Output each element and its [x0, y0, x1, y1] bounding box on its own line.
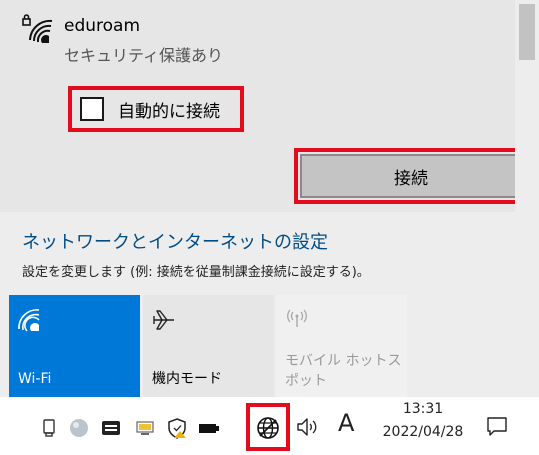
security-warning-icon[interactable] — [166, 417, 188, 439]
ime-mode-indicator[interactable]: A — [338, 409, 354, 437]
scrollbar-thumb[interactable] — [519, 4, 535, 60]
tile-hotspot-label-line1: モバイル ホットス — [285, 353, 402, 369]
network-security-status: セキュリティ保護あり — [64, 46, 224, 65]
network-settings-section: ネットワークとインターネットの設定 設定を変更します (例: 接続を従量制課金接… — [0, 212, 539, 292]
network-settings-description: 設定を変更します (例: 接続を従量制課金接続に設定する)。 — [22, 265, 370, 280]
display-icon[interactable] — [134, 417, 156, 439]
keyboard-icon[interactable] — [100, 417, 122, 439]
auto-connect-option[interactable]: 自動的に接続 — [68, 86, 244, 132]
scrollbar[interactable] — [515, 0, 539, 212]
quick-actions: Wi-Fi 機内モード モバイル ホットス ポット — [0, 295, 539, 397]
speaker-volume-icon[interactable] — [296, 416, 320, 438]
taskbar-tray: A 13:31 2022/04/28 — [0, 397, 539, 455]
network-settings-link[interactable]: ネットワークとインターネットの設定 — [22, 228, 328, 254]
battery-icon[interactable] — [198, 417, 220, 439]
tile-airplane-mode[interactable]: 機内モード — [143, 295, 274, 397]
hotspot-icon — [287, 309, 307, 327]
auto-connect-label: 自動的に接続 — [118, 101, 220, 122]
connect-button[interactable]: 接続 — [300, 154, 522, 198]
tile-hotspot-label-line2: ポット — [285, 373, 327, 389]
globe-app-icon[interactable] — [68, 417, 90, 439]
tile-wifi-label: Wi-Fi — [18, 371, 52, 387]
auto-connect-checkbox[interactable] — [80, 97, 104, 121]
network-globe-icon[interactable] — [255, 415, 281, 441]
network-name: eduroam — [64, 16, 141, 36]
secured-wifi-icon — [22, 14, 53, 43]
tile-wifi[interactable]: Wi-Fi — [9, 295, 140, 397]
network-flyout: eduroam セキュリティ保護あり 自動的に接続 接続 ネットワークとインター… — [0, 0, 539, 397]
tile-hotspot-label: モバイル ホットス ポット — [285, 351, 401, 391]
clock-date[interactable]: 2022/04/28 — [360, 424, 486, 440]
action-center-icon[interactable] — [486, 415, 508, 437]
tile-mobile-hotspot[interactable]: モバイル ホットス ポット — [276, 295, 407, 397]
clock-time[interactable]: 13:31 — [360, 401, 486, 417]
usb-drive-icon[interactable] — [38, 417, 60, 439]
tile-airplane-label: 機内モード — [152, 371, 222, 387]
airplane-icon — [153, 310, 174, 330]
network-list-item[interactable]: eduroam セキュリティ保護あり 自動的に接続 接続 — [0, 0, 528, 212]
wifi-icon — [18, 309, 40, 332]
connect-button-highlight: 接続 — [294, 148, 528, 204]
